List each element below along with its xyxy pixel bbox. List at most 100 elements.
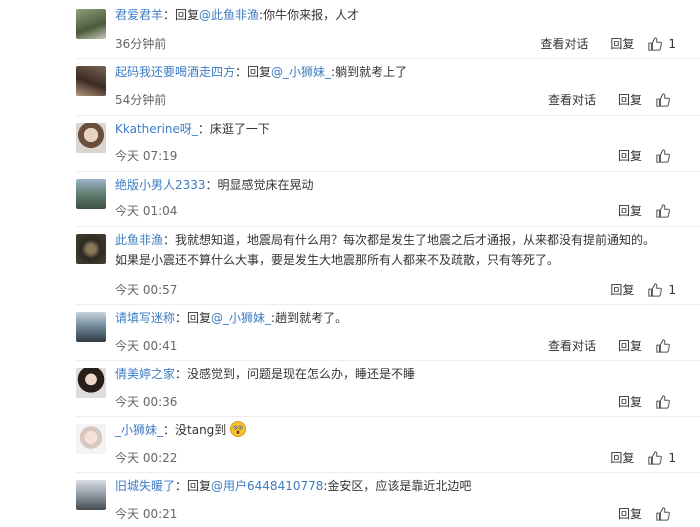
view-conversation-button[interactable]: 查看对话 xyxy=(548,338,596,354)
divider xyxy=(76,472,700,473)
avatar[interactable] xyxy=(76,368,106,398)
comment-body: :趟到就考了。 xyxy=(271,311,348,325)
like-button[interactable]: 1 xyxy=(648,36,676,52)
divider xyxy=(76,304,700,305)
timestamp: 今天 01:04 xyxy=(115,204,178,218)
comment-actions: 回复 xyxy=(618,506,670,522)
avatar[interactable] xyxy=(76,312,106,342)
divider xyxy=(76,115,700,116)
like-button[interactable] xyxy=(656,93,670,107)
comment-item: Kkatherine呀_：床逛了一下 今天 07:19 回复 xyxy=(0,119,700,169)
divider xyxy=(76,58,700,59)
avatar[interactable] xyxy=(76,9,106,39)
timestamp: 今天 00:22 xyxy=(115,451,178,465)
timestamp: 今天 00:41 xyxy=(115,339,178,353)
comment-actions: 回复 xyxy=(618,148,670,164)
avatar[interactable] xyxy=(76,66,106,96)
thumbs-up-icon xyxy=(648,283,663,297)
timestamp: 今天 00:21 xyxy=(115,507,178,521)
comment-actions: 查看对话 回复 xyxy=(548,338,670,354)
comment-body: ：回复 xyxy=(175,479,212,493)
reply-button[interactable]: 回复 xyxy=(618,394,642,410)
comment-text: 君爱君羊：回复@此鱼非渔:你牛你来报，人才 xyxy=(115,5,690,25)
reply-button[interactable]: 回复 xyxy=(610,36,634,52)
username-link[interactable]: 旧城失暖了 xyxy=(115,479,175,493)
comment-body: ：没感觉到，问题是现在怎么办，睡还是不睡 xyxy=(175,367,416,381)
divider xyxy=(76,226,700,227)
comment-actions: 回复 1 xyxy=(610,450,676,466)
comment-body: ：明显感觉床在晃动 xyxy=(205,178,314,192)
reply-button[interactable]: 回复 xyxy=(618,92,642,108)
comment-item: 起码我还要喝酒走四方：回复@_小狮妹_:躺到就考上了 54分钟前 查看对话 回复 xyxy=(0,62,700,112)
mention-link[interactable]: @_小狮妹_ xyxy=(271,65,331,79)
thumbs-up-icon xyxy=(656,395,670,409)
comment-text: 旧城失暖了：回复@用户6448410778:金安区，应该是靠近北边吧 xyxy=(115,476,690,496)
reply-button[interactable]: 回复 xyxy=(610,450,634,466)
comment-text: _小狮妹_：没tang到 xyxy=(115,420,690,440)
like-count: 1 xyxy=(668,451,676,465)
mention-link[interactable]: @用户6448410778 xyxy=(211,479,323,493)
surprised-face-emoji-icon xyxy=(230,421,247,437)
mention-link[interactable]: @_小狮妹_ xyxy=(211,311,271,325)
avatar[interactable] xyxy=(76,480,106,510)
comment-body: ：没tang到 xyxy=(163,423,227,437)
comment-actions: 查看对话 回复 xyxy=(548,92,670,108)
username-link[interactable]: Kkatherine呀_ xyxy=(115,122,198,136)
mention-link[interactable]: @此鱼非渔 xyxy=(199,8,259,22)
comment-body: :你牛你来报，人才 xyxy=(259,8,360,22)
like-count: 1 xyxy=(668,37,676,51)
reply-button[interactable]: 回复 xyxy=(618,338,642,354)
divider xyxy=(76,416,700,417)
username-link[interactable]: 倩美婷之家 xyxy=(115,367,175,381)
thumbs-up-icon xyxy=(656,93,670,107)
reply-button[interactable]: 回复 xyxy=(610,282,634,298)
comment-actions: 查看对话 回复 1 xyxy=(540,36,676,52)
thumbs-up-icon xyxy=(656,507,670,521)
divider xyxy=(76,360,700,361)
reply-button[interactable]: 回复 xyxy=(618,148,642,164)
like-button[interactable]: 1 xyxy=(648,450,676,466)
comment-text: Kkatherine呀_：床逛了一下 xyxy=(115,119,690,139)
like-button[interactable] xyxy=(656,204,670,218)
like-button[interactable]: 1 xyxy=(648,282,676,298)
comment-body: ：回复 xyxy=(235,65,272,79)
avatar[interactable] xyxy=(76,234,106,264)
thumbs-up-icon xyxy=(656,339,670,353)
reply-button[interactable]: 回复 xyxy=(618,506,642,522)
comment-body: ：我就想知道，地震局有什么用？每次都是发生了地震之后才通报，从来都没有提前通知的… xyxy=(115,233,656,267)
thumbs-up-icon xyxy=(648,451,663,465)
avatar[interactable] xyxy=(76,424,106,454)
timestamp: 今天 07:19 xyxy=(115,149,178,163)
comment-item: 请填写迷称：回复@_小狮妹_:趟到就考了。 今天 00:41 查看对话 回复 xyxy=(0,308,700,358)
like-button[interactable] xyxy=(656,149,670,163)
comment-actions: 回复 xyxy=(618,394,670,410)
thumbs-up-icon xyxy=(656,149,670,163)
username-link[interactable]: 请填写迷称 xyxy=(115,311,175,325)
timestamp: 今天 00:57 xyxy=(115,283,178,297)
like-button[interactable] xyxy=(656,395,670,409)
comment-body: ：回复 xyxy=(163,8,200,22)
username-link[interactable]: 君爱君羊 xyxy=(115,8,163,22)
avatar[interactable] xyxy=(76,179,106,209)
comment-item: 君爱君羊：回复@此鱼非渔:你牛你来报，人才 36分钟前 查看对话 回复 1 xyxy=(0,5,700,55)
view-conversation-button[interactable]: 查看对话 xyxy=(540,36,588,52)
username-link[interactable]: 起码我还要喝酒走四方 xyxy=(115,65,235,79)
comment-body: ：回复 xyxy=(175,311,212,325)
comment-text: 此鱼非渔：我就想知道，地震局有什么用？每次都是发生了地震之后才通报，从来都没有提… xyxy=(115,230,660,270)
like-count: 1 xyxy=(668,283,676,297)
reply-button[interactable]: 回复 xyxy=(618,203,642,219)
username-link[interactable]: _小狮妹_ xyxy=(115,423,163,437)
thumbs-up-icon xyxy=(656,204,670,218)
divider xyxy=(76,171,700,172)
like-button[interactable] xyxy=(656,339,670,353)
like-button[interactable] xyxy=(656,507,670,521)
username-link[interactable]: 此鱼非渔 xyxy=(115,233,163,247)
view-conversation-button[interactable]: 查看对话 xyxy=(548,92,596,108)
thumbs-up-icon xyxy=(648,37,663,51)
comment-item: 倩美婷之家：没感觉到，问题是现在怎么办，睡还是不睡 今天 00:36 回复 xyxy=(0,364,700,414)
comment-body: ：床逛了一下 xyxy=(197,122,270,136)
avatar[interactable] xyxy=(76,123,106,153)
comment-item: _小狮妹_：没tang到 今天 00:22 回复 1 xyxy=(0,420,700,470)
timestamp: 今天 00:36 xyxy=(115,395,178,409)
username-link[interactable]: 绝版小男人2333 xyxy=(115,178,206,192)
